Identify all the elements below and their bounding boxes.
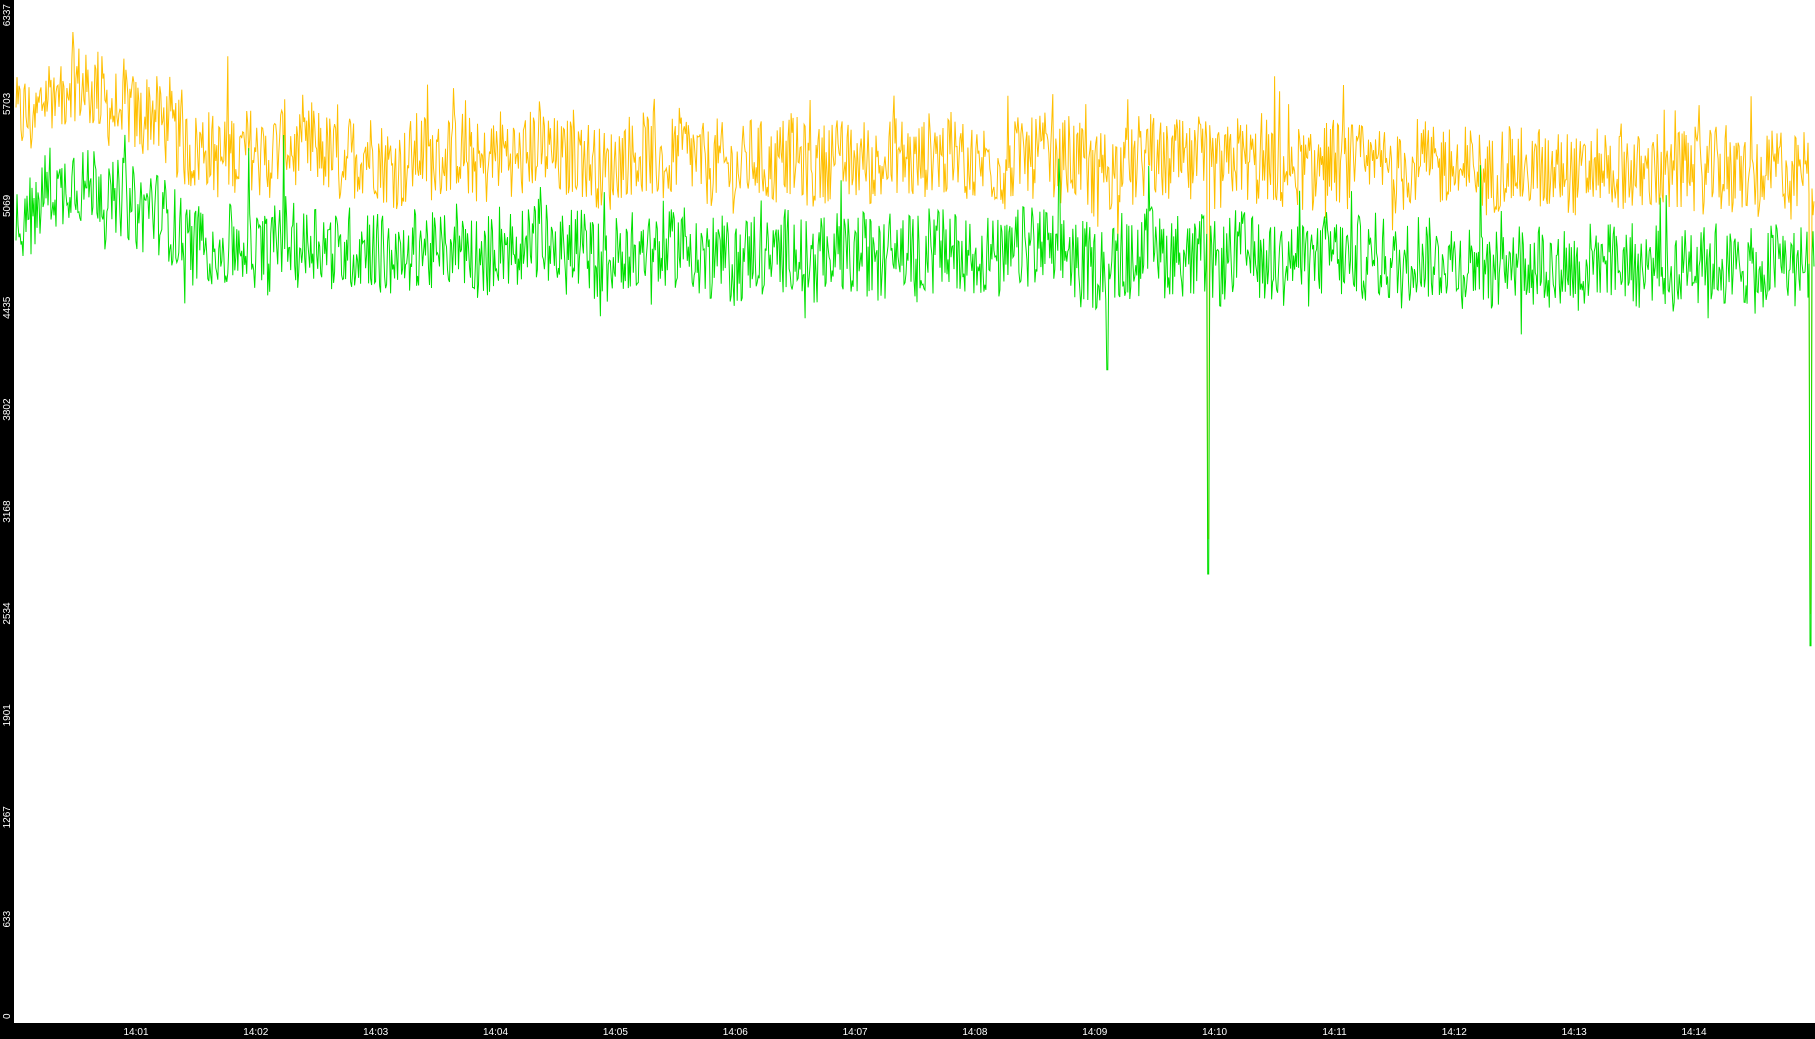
x-tick-label: 14:02 bbox=[243, 1027, 268, 1038]
y-tick-label: 2534 bbox=[2, 602, 13, 625]
y-tick-label: 0 bbox=[2, 1013, 13, 1019]
y-tick-label: 6337 bbox=[2, 4, 13, 27]
x-tick-label: 14:01 bbox=[123, 1027, 148, 1038]
y-tick-label: 1901 bbox=[2, 704, 13, 727]
x-tick-label: 14:13 bbox=[1562, 1027, 1587, 1038]
y-tick-label: 633 bbox=[2, 910, 13, 927]
x-tick-label: 14:10 bbox=[1202, 1027, 1227, 1038]
y-tick-label: 3802 bbox=[2, 398, 13, 421]
chart-svg: 0 633 1267 1901 2534 3168 3802 4435 5069 5703 6337… bbox=[0, 0, 1815, 1039]
x-tick-label: 14:05 bbox=[603, 1027, 628, 1038]
y-tick-label: 3168 bbox=[2, 500, 13, 523]
y-tick-label: 4435 bbox=[2, 296, 13, 319]
x-tick-label: 14:09 bbox=[1082, 1027, 1107, 1038]
x-tick-label: 14:06 bbox=[723, 1027, 748, 1038]
y-tick-label: 5703 bbox=[2, 92, 13, 115]
y-tick-label: 1267 bbox=[2, 806, 13, 829]
x-tick-label: 14:08 bbox=[962, 1027, 987, 1038]
x-tick-label: 14:11 bbox=[1322, 1027, 1347, 1038]
x-tick-label: 14:03 bbox=[363, 1027, 388, 1038]
x-axis-bar bbox=[0, 1023, 1815, 1039]
x-tick-label: 14:12 bbox=[1442, 1027, 1467, 1038]
y-tick-label: 5069 bbox=[2, 194, 13, 217]
x-tick-label: 14:04 bbox=[483, 1027, 508, 1038]
line-chart: 0 633 1267 1901 2534 3168 3802 4435 5069 5703 6337… bbox=[0, 0, 1815, 1039]
x-tick-label: 14:14 bbox=[1681, 1027, 1706, 1038]
x-tick-label: 14:07 bbox=[843, 1027, 868, 1038]
